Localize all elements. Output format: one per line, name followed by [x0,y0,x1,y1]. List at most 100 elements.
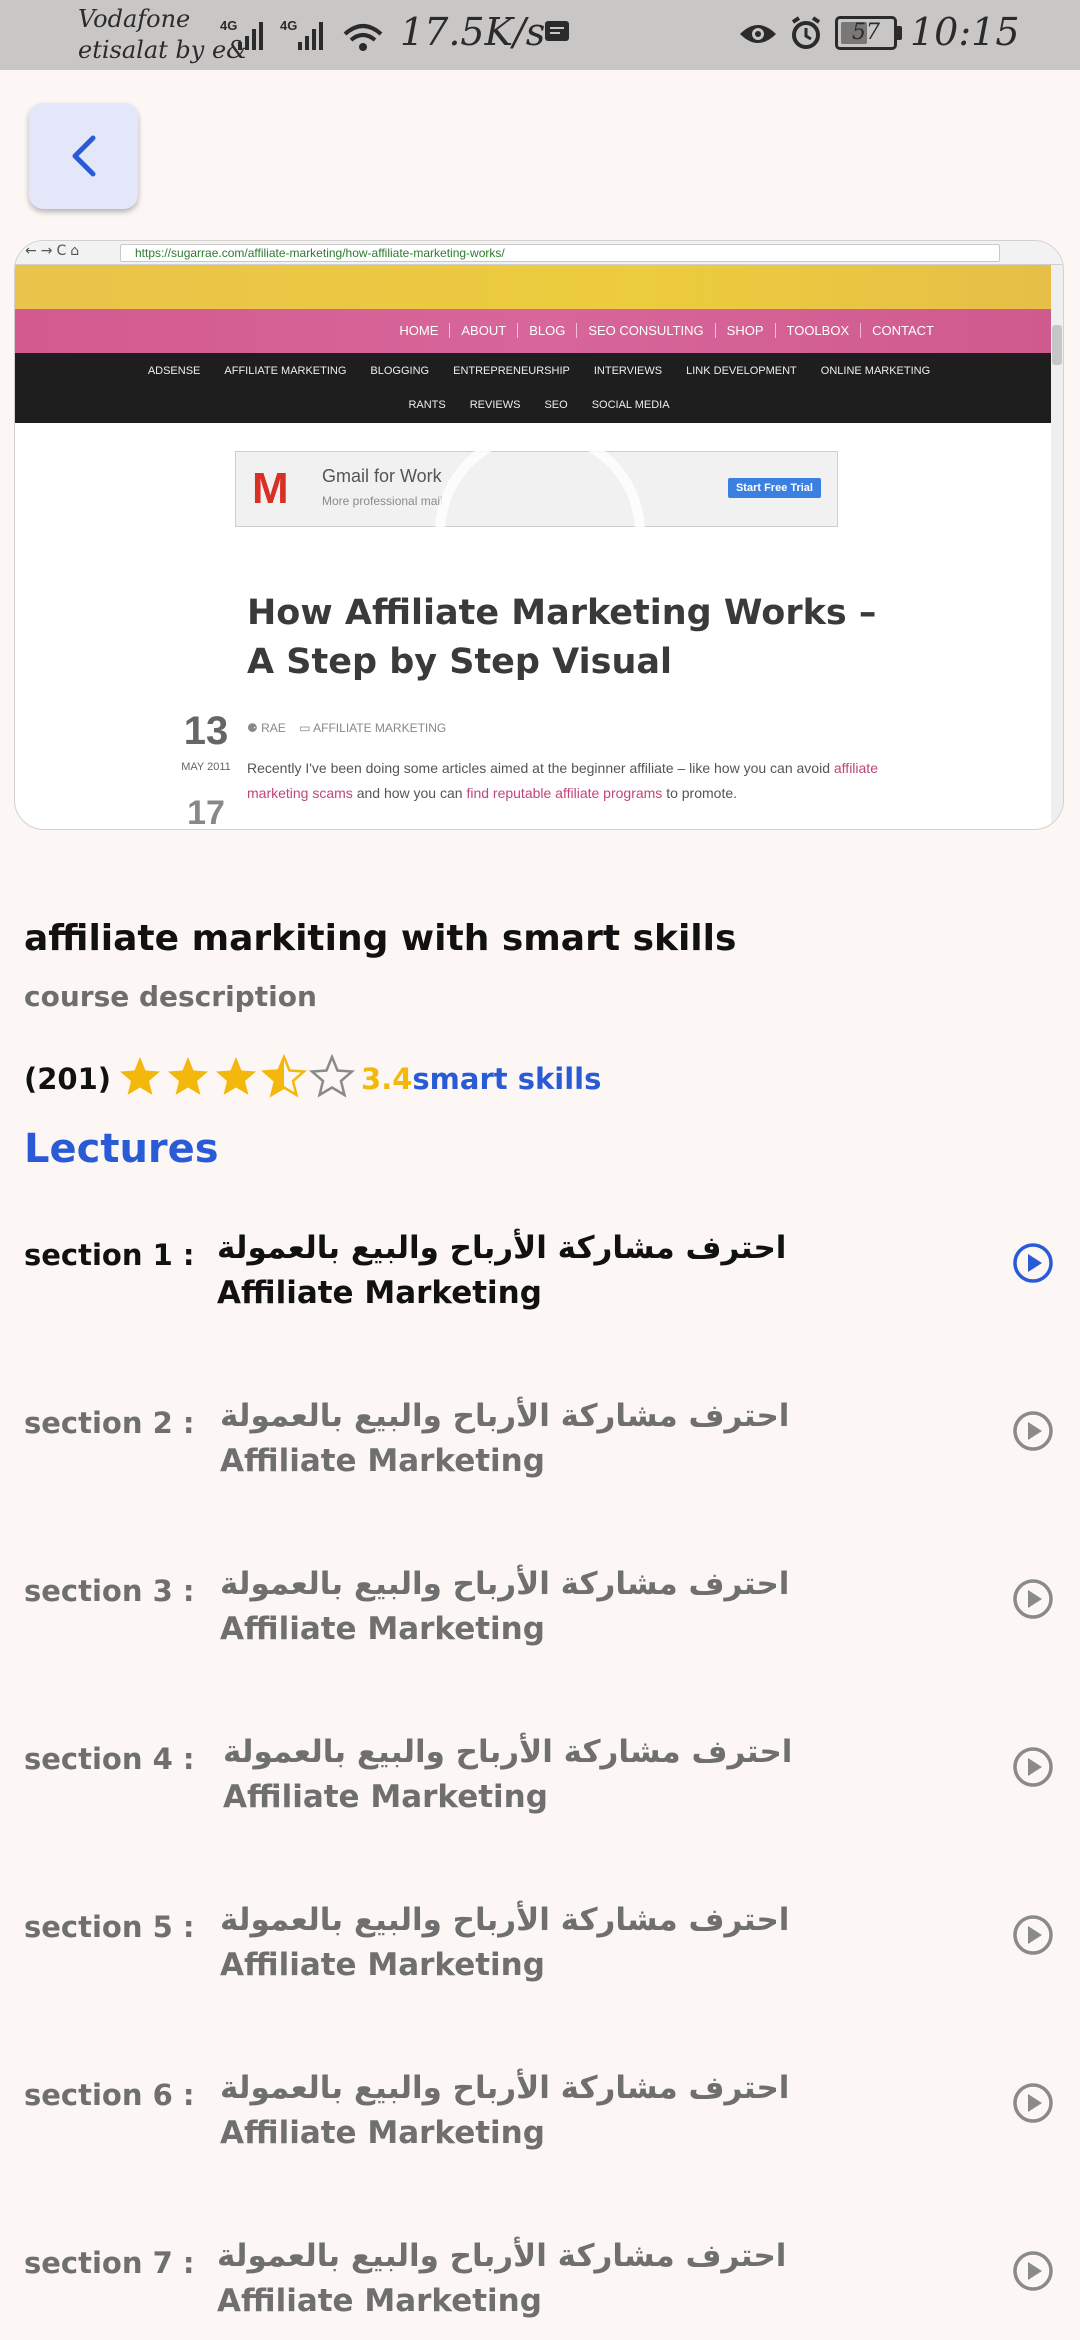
lecture-title: احترف مشاركة الأرباح والبيع بالعمولة Aff… [217,1230,787,1311]
lecture-title: احترف مشاركة الأرباح والبيع بالعمولة Aff… [220,1902,790,1983]
network-speed: 17.5K/s [400,10,546,54]
lecture-section-label: section 5 : [24,1910,195,1944]
ad-title: Gmail for Work [322,466,442,486]
post-category: AFFILIATE MARKETING [313,721,447,735]
cellular-signal-icon: 4G 4G [220,18,383,51]
signal-icons: 4G 4G [218,16,388,60]
lecture-row[interactable]: section 3 : احترف مشاركة الأرباح والبيع ب… [0,1562,1080,1682]
course-author[interactable]: smart skills [412,1062,601,1096]
site-header-banner [15,265,1063,309]
post-date-day: 13 [183,709,229,753]
rating-count: (201) [24,1062,112,1096]
lecture-section-label: section 7 : [24,2246,195,2280]
net-type-1: 4G [220,18,237,33]
message-icon [544,20,570,48]
category-item: ADSENSE [147,365,201,377]
lecture-row[interactable]: section 4 : احترف مشاركة الأرباح والبيع ب… [0,1730,1080,1850]
play-circle-icon[interactable] [1012,2250,1054,2292]
play-circle-icon[interactable] [1012,1578,1054,1620]
play-circle-icon[interactable] [1012,1746,1054,1788]
gmail-logo-icon: M [252,464,289,513]
menu-shop: SHOP [714,323,775,338]
menu-seo-consulting: SEO CONSULTING [576,323,714,338]
battery-icon: 57 [835,16,897,50]
lectures-heading: Lectures [24,1126,219,1172]
alarm-icon [791,16,821,49]
category-item: ENTREPRENEURSHIP [453,365,570,377]
chevron-left-icon [72,135,95,177]
category-item: REVIEWS [469,399,521,411]
lecture-row[interactable]: section 5 : احترف مشاركة الأرباح والبيع ب… [0,1898,1080,2018]
play-circle-icon[interactable] [1012,2082,1054,2124]
category-row-1: ADSENSE AFFILIATE MARKETING BLOGGING ENT… [15,365,1063,377]
category-item: LINK DEVELOPMENT [686,365,797,377]
lecture-row[interactable]: section 6 : احترف مشاركة الأرباح والبيع ب… [0,2066,1080,2186]
folder-icon: ▭ [289,721,314,735]
status-icons-right [738,14,828,58]
lecture-title: احترف مشاركة الأرباح والبيع بالعمولة Aff… [220,2070,790,2151]
menu-toolbox: TOOLBOX [774,323,861,338]
lecture-title: احترف مشاركة الأرباح والبيع بالعمولة Aff… [220,1398,790,1479]
play-circle-icon[interactable] [1012,1242,1054,1284]
course-description-label[interactable]: course description [24,980,317,1013]
excerpt-link: find reputable affiliate programs [466,785,663,801]
category-item: INTERVIEWS [593,365,663,377]
star-icon [117,1054,163,1100]
category-item: ONLINE MARKETING [820,365,931,377]
post-author: RAE [261,721,286,735]
category-item: SEO [544,399,568,411]
status-bar: Vodafone etisalat by e& 4G 4G 17.5K/s 57… [0,0,1080,70]
browser-nav-icons: ←→C⌂ [25,243,84,259]
rating-value: 3.4 [361,1062,413,1096]
category-item: RANTS [408,399,446,411]
lecture-title: احترف مشاركة الأرباح والبيع بالعمولة Aff… [223,1734,793,1815]
site-category-bar: ADSENSE AFFILIATE MARKETING BLOGGING ENT… [15,353,1063,423]
category-row-2: RANTS REVIEWS SEO SOCIAL MEDIA [15,399,1063,411]
clock: 10:15 [910,10,1020,54]
battery-tip [897,26,902,40]
menu-home: HOME [399,323,439,338]
lecture-row[interactable]: section 1 : احترف مشاركة الأرباح والبيع ب… [0,1226,1080,1346]
next-post-date: 17 [187,794,225,830]
back-button[interactable] [29,103,138,209]
post-date-month: MAY 2011 [181,761,231,773]
lecture-row[interactable]: section 7 : احترف مشاركة الأرباح والبيع ب… [0,2234,1080,2340]
battery-percent: 57 [852,20,880,45]
scrollbar-thumb [1052,325,1062,365]
star-icon [260,1053,308,1100]
ad-subtitle: More professional mail [322,494,443,508]
browser-url: https://sugarrae.com/affiliate-marketing… [120,244,1000,262]
category-item: BLOGGING [370,365,430,377]
lecture-title: احترف مشاركة الأرباح والبيع بالعمولة Aff… [217,2238,787,2319]
lecture-row[interactable]: section 2 : احترف مشاركة الأرباح والبيع ب… [0,1394,1080,1514]
star-icon [213,1054,259,1100]
lecture-section-label: section 3 : [24,1574,195,1608]
post-meta: ⚈ RAE ▭ AFFILIATE MARKETING [247,721,446,735]
lecture-title: احترف مشاركة الأرباح والبيع بالعمولة Aff… [220,1566,790,1647]
net-type-2: 4G [280,18,297,33]
star-icon [165,1054,211,1100]
star-icon [308,1053,356,1100]
lecture-section-label: section 2 : [24,1406,195,1440]
play-circle-icon[interactable] [1012,1914,1054,1956]
category-item: AFFILIATE MARKETING [224,365,347,377]
lecture-section-label: section 1 : [24,1238,195,1272]
author-icon: ⚈ [247,721,262,735]
article-title: How Affiliate Marketing Works – A Step b… [247,593,877,682]
lecture-section-label: section 6 : [24,2078,195,2112]
ad-button: Start Free Trial [727,478,821,498]
eye-icon [740,25,776,43]
menu-contact: CONTACT [860,323,945,338]
play-circle-icon[interactable] [1012,1410,1054,1452]
lecture-section-label: section 4 : [24,1742,195,1776]
post-excerpt: Recently I've been doing some articles a… [247,760,878,801]
rating-stars [117,1053,357,1104]
browser-toolbar: ←→C⌂ https://sugarrae.com/affiliate-mark… [15,241,1063,265]
page-scrollbar [1051,265,1063,829]
video-player[interactable]: ←→C⌂ https://sugarrae.com/affiliate-mark… [14,240,1064,830]
menu-about: ABOUT [449,323,517,338]
rating-row: (201) 3.4 smart skills [24,1052,601,1106]
menu-blog: BLOG [517,323,576,338]
course-title: affiliate markiting with smart skills [24,918,737,959]
site-top-menu: HOME ABOUT BLOG SEO CONSULTING SHOP TOOL… [388,323,945,338]
